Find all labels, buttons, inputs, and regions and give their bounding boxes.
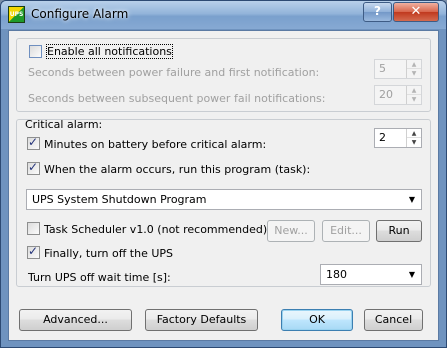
close-button[interactable]: ✕: [393, 2, 439, 22]
program-select-value: UPS System Shutdown Program: [32, 193, 207, 206]
enable-all-notifications-label[interactable]: Enable all notifications: [46, 44, 173, 59]
spin-down-icon[interactable]: ▼: [407, 69, 421, 78]
subsequent-notification-delay-value: 20: [379, 88, 393, 101]
factory-defaults-button[interactable]: Factory Defaults: [145, 309, 258, 331]
run-program-checkbox[interactable]: [27, 160, 40, 175]
chevron-down-icon: ▼: [408, 270, 416, 279]
minutes-on-battery-label: Minutes on battery before critical alarm…: [44, 138, 267, 151]
enable-all-notifications-checkbox[interactable]: [29, 45, 42, 58]
configure-alarm-dialog: UPS Configure Alarm ? ✕ Enable all notif…: [0, 0, 447, 348]
minutes-on-battery-value: 2: [379, 131, 386, 144]
minutes-on-battery-spinner[interactable]: 2 ▲ ▼: [374, 128, 422, 148]
first-notification-delay-label: Seconds between power failure and first …: [28, 66, 320, 79]
first-notification-delay-spinner[interactable]: 5 ▲ ▼: [374, 59, 422, 79]
task-scheduler-checkbox[interactable]: [27, 222, 40, 235]
title-bar[interactable]: UPS Configure Alarm ? ✕: [1, 1, 446, 29]
spin-up-icon[interactable]: ▲: [407, 129, 421, 138]
cancel-button[interactable]: Cancel: [364, 309, 423, 331]
edit-task-button[interactable]: Edit...: [322, 220, 370, 242]
first-notification-delay-value: 5: [379, 62, 386, 75]
run-program-label: When the alarm occurs, run this program …: [44, 163, 311, 176]
critical-alarm-group-label: Critical alarm:: [25, 118, 103, 131]
task-scheduler-label: Task Scheduler v1.0 (not recommended): [44, 223, 268, 236]
ok-button[interactable]: OK: [281, 309, 353, 331]
turn-off-ups-label: Finally, turn off the UPS: [44, 247, 174, 260]
close-icon: ✕: [410, 4, 422, 19]
help-button[interactable]: ?: [363, 2, 392, 22]
advanced-button[interactable]: Advanced...: [19, 309, 132, 331]
spin-down-icon[interactable]: ▼: [407, 138, 421, 147]
ups-app-icon: UPS: [8, 6, 25, 23]
wait-time-select[interactable]: 180 ▼: [320, 264, 422, 285]
wait-time-label: Turn UPS off wait time [s]:: [28, 271, 171, 284]
subsequent-notification-delay-spinner[interactable]: 20 ▲ ▼: [374, 85, 422, 105]
window-title: Configure Alarm: [31, 7, 129, 21]
spin-down-icon[interactable]: ▼: [407, 95, 421, 104]
new-task-button[interactable]: New...: [267, 220, 315, 242]
subsequent-notification-delay-label: Seconds between subsequent power fail no…: [28, 92, 326, 105]
dialog-client-area: Enable all notifications Seconds between…: [8, 30, 439, 341]
spin-up-icon[interactable]: ▲: [407, 60, 421, 69]
run-task-button[interactable]: Run: [376, 220, 422, 242]
program-select[interactable]: UPS System Shutdown Program ▼: [26, 189, 422, 210]
minutes-on-battery-checkbox[interactable]: [27, 135, 40, 150]
turn-off-ups-checkbox[interactable]: [27, 244, 40, 259]
chevron-down-icon: ▼: [408, 195, 416, 204]
spin-up-icon[interactable]: ▲: [407, 86, 421, 95]
wait-time-value: 180: [326, 268, 347, 281]
help-icon: ?: [374, 4, 381, 18]
